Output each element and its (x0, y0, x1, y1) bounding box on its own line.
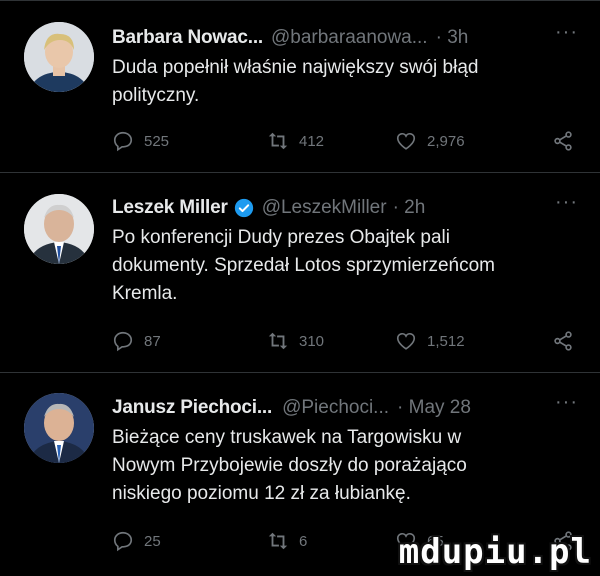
heart-icon (396, 332, 416, 350)
author-name[interactable]: Leszek Miller (112, 197, 228, 219)
more-options-button[interactable]: ··· (555, 21, 578, 44)
tweet-header: Leszek Miller @LeszekMiller · 2h ··· (112, 191, 600, 222)
reply-icon (113, 531, 133, 552)
tweet-header: Barbara Nowac... @barbaraanowa... · 3h ·… (112, 21, 600, 52)
retweet-count: 412 (299, 132, 325, 150)
tweet-text: Duda popełnił właśnie największy swój bł… (112, 57, 479, 106)
timestamp[interactable]: · 3h (436, 27, 469, 49)
heart-icon (396, 132, 416, 150)
retweet-button[interactable]: 310 (267, 330, 324, 352)
like-button[interactable]: 1,512 (395, 330, 465, 352)
like-count: 1,512 (427, 332, 465, 350)
tweet-leszek[interactable]: Leszek Miller @LeszekMiller · 2h ··· Po … (0, 173, 600, 373)
more-options-button[interactable]: ··· (555, 391, 578, 414)
like-count: 2,976 (427, 132, 465, 150)
retweet-icon (268, 332, 288, 350)
share-icon (554, 331, 572, 351)
retweet-count: 310 (299, 332, 325, 350)
author-name[interactable]: Barbara Nowac... (112, 27, 263, 49)
share-button[interactable] (552, 330, 574, 357)
avatar[interactable] (24, 393, 94, 463)
retweet-icon (268, 132, 288, 150)
tweet-actions: 525 412 2,976 (112, 130, 574, 156)
more-options-button[interactable]: ··· (555, 191, 578, 214)
tweet-actions: 87 310 1,512 (112, 330, 574, 356)
verified-badge-icon (234, 198, 254, 218)
reply-count: 25 (144, 532, 161, 550)
like-button[interactable]: 2,976 (395, 130, 465, 152)
avatar[interactable] (24, 22, 94, 92)
tweet-header: Janusz Piechoci... @Piechoci... · May 28… (112, 391, 600, 422)
reply-button[interactable]: 25 (112, 530, 161, 552)
author-handle[interactable]: @Piechoci... (282, 397, 389, 419)
retweet-count: 6 (299, 532, 308, 550)
reply-count: 87 (144, 332, 161, 350)
retweet-icon (268, 532, 288, 550)
reply-count: 525 (144, 132, 170, 150)
author-name[interactable]: Janusz Piechoci... (112, 397, 272, 419)
author-handle[interactable]: @barbaraanowa... (271, 27, 428, 49)
tweet-text: Po konferencji Dudy prezes Obajtek pali … (112, 227, 495, 304)
reply-icon (113, 331, 133, 352)
retweet-button[interactable]: 412 (267, 130, 324, 152)
reply-icon (113, 131, 133, 152)
share-button[interactable] (552, 130, 574, 157)
tweet-text: Bieżące ceny truskawek na Targowisku w N… (112, 427, 467, 504)
retweet-button[interactable]: 6 (267, 530, 307, 552)
author-handle[interactable]: @LeszekMiller (262, 197, 387, 219)
share-icon (554, 131, 572, 151)
watermark: mdupiu.pl (398, 532, 592, 572)
timestamp[interactable]: · 2h (393, 197, 426, 219)
tweet-barbara[interactable]: Barbara Nowac... @barbaraanowa... · 3h ·… (0, 0, 600, 173)
avatar[interactable] (24, 194, 94, 264)
timestamp[interactable]: · May 28 (397, 397, 471, 419)
reply-button[interactable]: 87 (112, 330, 161, 352)
reply-button[interactable]: 525 (112, 130, 169, 152)
